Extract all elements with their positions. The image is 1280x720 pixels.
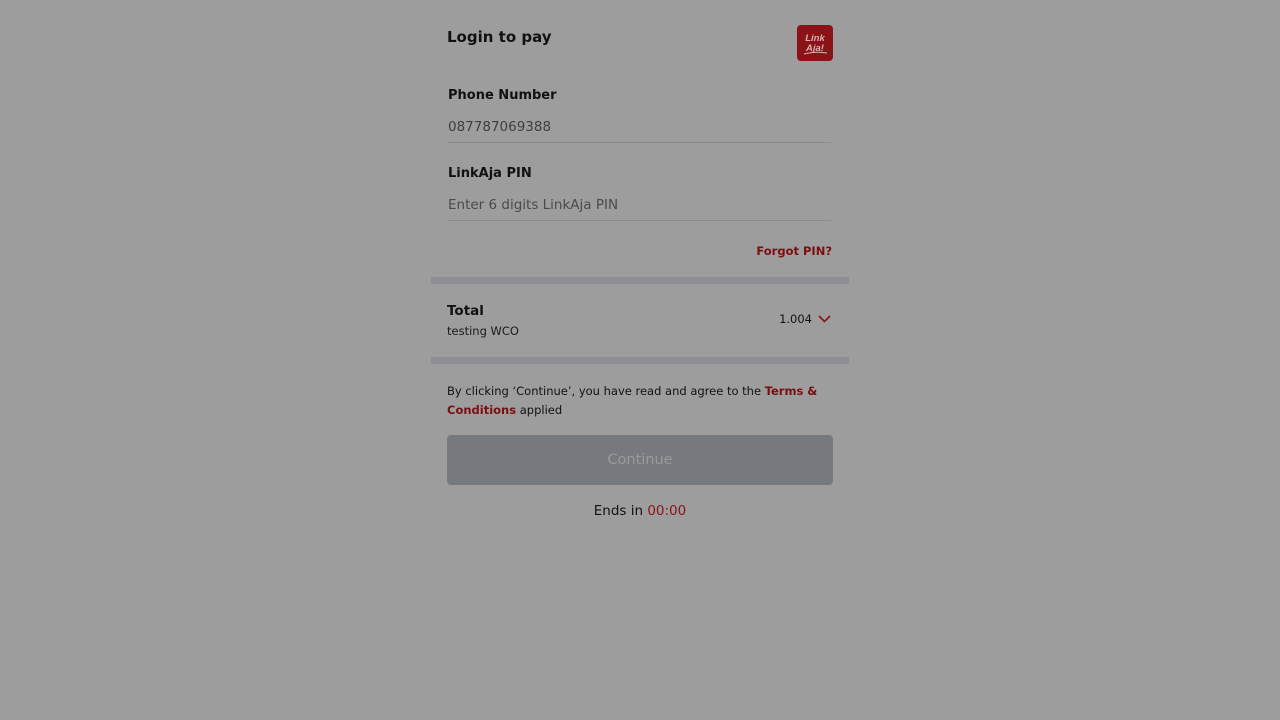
- forgot-pin-link[interactable]: Forgot PIN?: [756, 244, 832, 258]
- continue-button[interactable]: Continue: [447, 435, 833, 485]
- terms-suffix: applied: [516, 403, 563, 417]
- total-description: testing WCO: [447, 324, 519, 338]
- total-amount: 1.004: [779, 312, 812, 326]
- linkaja-logo-icon: Link Aja!: [803, 33, 828, 55]
- payment-card: Login to pay Link Aja! Phone Number Link…: [431, 0, 849, 720]
- linkaja-logo: Link Aja!: [797, 25, 833, 61]
- pin-input[interactable]: [448, 190, 831, 221]
- section-divider: [431, 357, 849, 364]
- pin-label: LinkAja PIN: [448, 166, 532, 181]
- countdown-timer: 00:00: [647, 503, 687, 519]
- phone-number-field[interactable]: [448, 112, 831, 143]
- page-title: Login to pay: [447, 28, 552, 46]
- total-label: Total: [447, 303, 484, 319]
- countdown: Ends in 00:00: [431, 503, 849, 519]
- phone-number-label: Phone Number: [448, 88, 557, 103]
- terms-prefix: By clicking ‘Continue’, you have read an…: [447, 384, 765, 398]
- countdown-prefix: Ends in: [593, 503, 648, 519]
- section-divider: [431, 277, 849, 284]
- terms-notice: By clicking ‘Continue’, you have read an…: [447, 382, 835, 420]
- chevron-down-icon[interactable]: [818, 315, 831, 323]
- total-amount-toggle[interactable]: 1.004: [779, 312, 831, 326]
